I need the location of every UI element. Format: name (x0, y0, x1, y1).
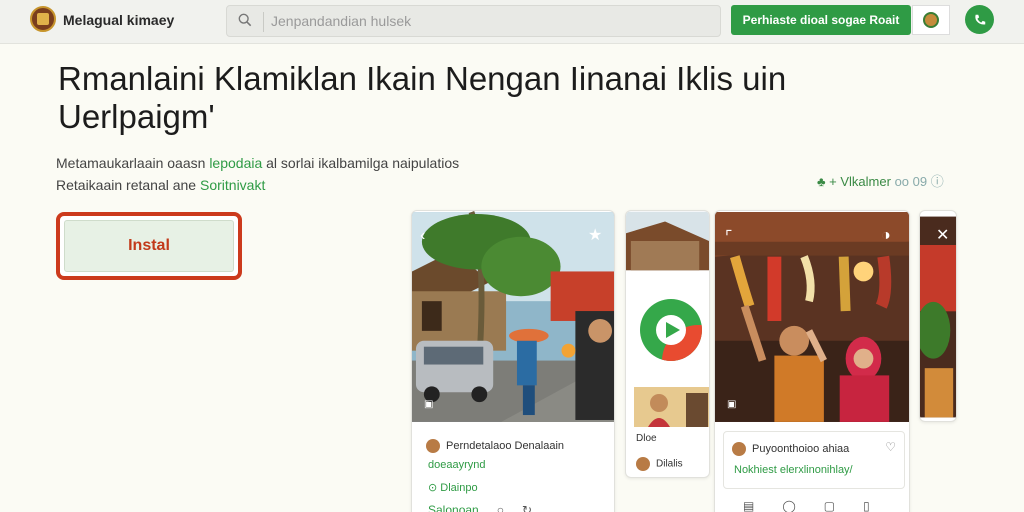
house-photo (626, 211, 709, 271)
preview-card-2[interactable]: Dloe Dilalis (625, 210, 710, 478)
avatar (426, 439, 440, 453)
install-button[interactable]: Instal (64, 220, 234, 272)
post-chip[interactable]: ⊙ Dlainpo (428, 481, 478, 494)
sub-text-2: al sorlai ikalbamilga naipulatios (266, 155, 460, 171)
post-author: Puyoonthoioo ahiaa (752, 442, 850, 455)
search-bar (226, 5, 721, 37)
thumb-author: Dilalis (656, 458, 683, 470)
post-actions: Salonoan ○ ↻ (428, 503, 532, 512)
celebration-photo (715, 212, 909, 422)
back-icon[interactable]: ‹ (420, 227, 425, 245)
heart-icon[interactable]: ♡ (885, 440, 896, 454)
post-author: Perndetalaoo Denalaain (446, 439, 565, 452)
install-highlight: Instal (56, 212, 242, 280)
share-back-icon[interactable]: ⌜ (725, 227, 733, 247)
avatar (732, 442, 746, 456)
play-logo[interactable] (640, 299, 702, 361)
brand-name: Melagual kimaey (63, 12, 175, 28)
sub-link-2[interactable]: Soritnivakt (200, 177, 265, 193)
logo-mark (37, 13, 49, 25)
chat-icon[interactable]: ◯ (782, 499, 795, 512)
menu-icon[interactable]: ▯ (863, 499, 870, 512)
video-icon: ▣ (727, 399, 737, 410)
search-divider (263, 12, 264, 32)
preview-card-4[interactable]: ✕ (919, 210, 957, 422)
user-avatar[interactable] (912, 5, 950, 35)
gallery-icon[interactable]: ▤ (743, 499, 754, 512)
sub-text-1: Metamaukarlaain oaasn (56, 155, 206, 171)
rating-badge: ♣ + Vlkalmer oo 09 ⓘ (817, 171, 944, 190)
thumb-label: Dloe (636, 433, 657, 444)
play-icon (656, 315, 686, 345)
app-logo[interactable] (30, 6, 56, 32)
close-icon[interactable]: ✕ (936, 225, 949, 245)
rating-text: + Vlkalmer (829, 174, 891, 189)
page-title: Rmanlaini Klamiklan Ikain Nengan Iinanai… (58, 60, 787, 135)
leaf-icon: ♣ (817, 174, 826, 189)
preview-card-3[interactable]: ⌜ ◑ ▣ Puyoonthoioo ahiaa ♡ Nokhiest eler… (714, 210, 910, 512)
post-tag[interactable]: Nokhiest elerxlinonihlay/ (734, 464, 853, 476)
sub-link-1[interactable]: lepodaia (209, 155, 262, 171)
post-box: Puyoonthoioo ahiaa ♡ Nokhiest elerxlinon… (723, 431, 905, 489)
chip-label: Dlainpo (440, 482, 478, 494)
bookmark-icon[interactable]: ▢ (824, 499, 835, 512)
post-author-row: Perndetalaoo Denalaain (426, 439, 564, 453)
action-link[interactable]: Salonoan (428, 503, 479, 512)
profile-icon[interactable]: ◑ (881, 227, 891, 245)
call-button[interactable] (965, 5, 994, 34)
search-input[interactable] (271, 6, 711, 36)
avatar (636, 457, 650, 471)
video-icon: ▣ (424, 399, 434, 410)
phone-icon (974, 14, 985, 25)
avatar-icon (923, 12, 939, 28)
search-icon[interactable] (238, 13, 252, 27)
thumb-author-row: Dilalis (636, 457, 683, 471)
promo-button[interactable]: Perhiaste dioal sogae Roait (731, 5, 911, 35)
comment-icon[interactable]: ○ (497, 503, 504, 512)
share-icon[interactable]: ↻ (522, 503, 532, 512)
village-street-photo (412, 211, 614, 422)
hero-description: Metamaukarlaain oaasn lepodaia al sorlai… (56, 152, 536, 196)
top-bar: Melagual kimaey Perhiaste dioal sogae Ro… (0, 0, 1024, 44)
sub-text-3: Retaikaain retanal ane (56, 177, 197, 193)
info-icon[interactable]: ⓘ (931, 174, 944, 189)
post-tag[interactable]: doeaayrynd (428, 459, 486, 471)
preview-card-1[interactable]: ‹ ★ ▣ Perndetalaoo Denalaain doeaayrynd … (411, 210, 615, 512)
thumbnail-photo (634, 387, 709, 427)
post-actions: ▤ ◯ ▢ ▯ (743, 499, 870, 512)
star-icon[interactable]: ★ (588, 225, 602, 245)
rating-count: oo 09 (894, 174, 928, 189)
post-author-row: Puyoonthoioo ahiaa (732, 442, 849, 456)
